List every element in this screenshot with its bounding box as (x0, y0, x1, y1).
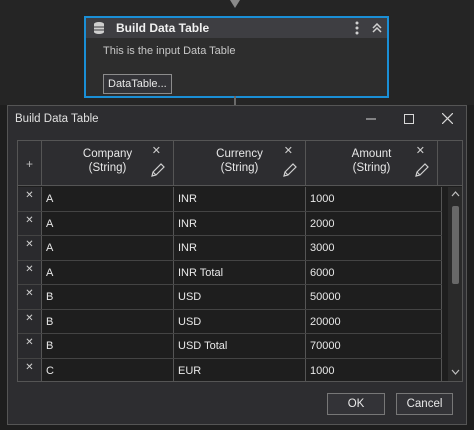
connector-arrow-icon (230, 0, 240, 8)
cell-amount[interactable]: 6000 (306, 260, 442, 284)
table-row: ✕ B USD 50000 (18, 285, 442, 310)
datatable-button[interactable]: DataTable... (103, 74, 172, 94)
column-type: (String) (220, 162, 259, 174)
cell-currency[interactable]: USD Total (174, 334, 306, 358)
table-row: ✕ A INR Total 6000 (18, 260, 442, 285)
cell-currency[interactable]: INR Total (174, 260, 306, 284)
column-name: Amount (351, 148, 392, 160)
connector-line (234, 96, 236, 105)
collapse-icon[interactable] (367, 18, 387, 38)
scrollbar-thumb[interactable] (452, 206, 459, 284)
build-data-table-dialog: Build Data Table + Company (String) ✕ Cur… (7, 105, 467, 425)
column-header-amount[interactable]: Amount (String) ✕ (306, 141, 438, 186)
column-name: Company (82, 148, 133, 160)
delete-row-icon[interactable]: ✕ (18, 309, 42, 333)
data-grid: + Company (String) ✕ Currency (String) ✕ A… (17, 140, 463, 382)
cell-company[interactable]: B (42, 334, 174, 358)
cell-company[interactable]: A (42, 236, 174, 260)
delete-row-icon[interactable]: ✕ (18, 211, 42, 235)
table-row: ✕ A INR 3000 (18, 236, 442, 261)
edit-column-icon[interactable] (282, 162, 298, 183)
cell-amount[interactable]: 70000 (306, 334, 442, 358)
column-name: Currency (216, 148, 263, 160)
remove-column-icon[interactable]: ✕ (416, 144, 425, 157)
delete-row-icon[interactable]: ✕ (18, 260, 42, 284)
cell-currency[interactable]: EUR (174, 358, 306, 381)
cell-company[interactable]: A (42, 187, 174, 211)
delete-row-icon[interactable]: ✕ (18, 187, 42, 211)
grid-rows: ✕ A INR 1000 ✕ A INR 2000 ✕ A INR 3000 ✕… (18, 187, 442, 381)
cell-currency[interactable]: USD (174, 285, 306, 309)
maximize-button[interactable] (390, 106, 428, 131)
cancel-button[interactable]: Cancel (396, 393, 453, 415)
delete-row-icon[interactable]: ✕ (18, 236, 42, 260)
scroll-down-icon[interactable] (450, 368, 461, 380)
scroll-up-icon[interactable] (450, 190, 461, 202)
ok-button[interactable]: OK (327, 393, 385, 415)
table-row: ✕ A INR 1000 (18, 187, 442, 212)
column-header-currency[interactable]: Currency (String) ✕ (174, 141, 306, 186)
table-row: ✕ C EUR 1000 (18, 358, 442, 381)
remove-column-icon[interactable]: ✕ (284, 144, 293, 157)
build-data-table-activity[interactable]: Build Data Table This is the input Data … (84, 16, 389, 98)
vertical-scrollbar[interactable] (448, 187, 462, 381)
more-options-icon[interactable] (347, 18, 367, 38)
cell-company[interactable]: C (42, 358, 174, 381)
cell-currency[interactable]: INR (174, 211, 306, 235)
close-button[interactable] (428, 106, 466, 131)
table-row: ✕ B USD Total 70000 (18, 334, 442, 359)
cell-amount[interactable]: 3000 (306, 236, 442, 260)
activity-header: Build Data Table (86, 18, 387, 38)
cell-company[interactable]: B (42, 309, 174, 333)
add-column-icon[interactable]: + (18, 141, 42, 186)
cell-currency[interactable]: INR (174, 187, 306, 211)
activity-description: This is the input Data Table (103, 45, 236, 57)
remove-column-icon[interactable]: ✕ (152, 144, 161, 157)
table-row: ✕ A INR 2000 (18, 211, 442, 236)
delete-row-icon[interactable]: ✕ (18, 285, 42, 309)
cell-amount[interactable]: 2000 (306, 211, 442, 235)
cell-company[interactable]: A (42, 260, 174, 284)
dialog-titlebar: Build Data Table (8, 106, 466, 131)
column-type: (String) (88, 162, 127, 174)
cell-amount[interactable]: 1000 (306, 187, 442, 211)
database-icon (90, 19, 108, 37)
delete-row-icon[interactable]: ✕ (18, 334, 42, 358)
column-type: (String) (352, 162, 391, 174)
dialog-title: Build Data Table (15, 112, 99, 125)
cell-amount[interactable]: 50000 (306, 285, 442, 309)
delete-row-icon[interactable]: ✕ (18, 358, 42, 381)
cell-company[interactable]: A (42, 211, 174, 235)
cell-currency[interactable]: USD (174, 309, 306, 333)
edit-column-icon[interactable] (150, 162, 166, 183)
minimize-button[interactable] (352, 106, 390, 131)
grid-header: + Company (String) ✕ Currency (String) ✕ A… (18, 141, 462, 186)
activity-title: Build Data Table (116, 21, 210, 35)
cell-currency[interactable]: INR (174, 236, 306, 260)
edit-column-icon[interactable] (414, 162, 430, 183)
table-row: ✕ B USD 20000 (18, 309, 442, 334)
cell-amount[interactable]: 20000 (306, 309, 442, 333)
cell-amount[interactable]: 1000 (306, 358, 442, 381)
cell-company[interactable]: B (42, 285, 174, 309)
column-header-company[interactable]: Company (String) ✕ (42, 141, 174, 186)
workflow-canvas: Build Data Table This is the input Data … (0, 0, 474, 105)
